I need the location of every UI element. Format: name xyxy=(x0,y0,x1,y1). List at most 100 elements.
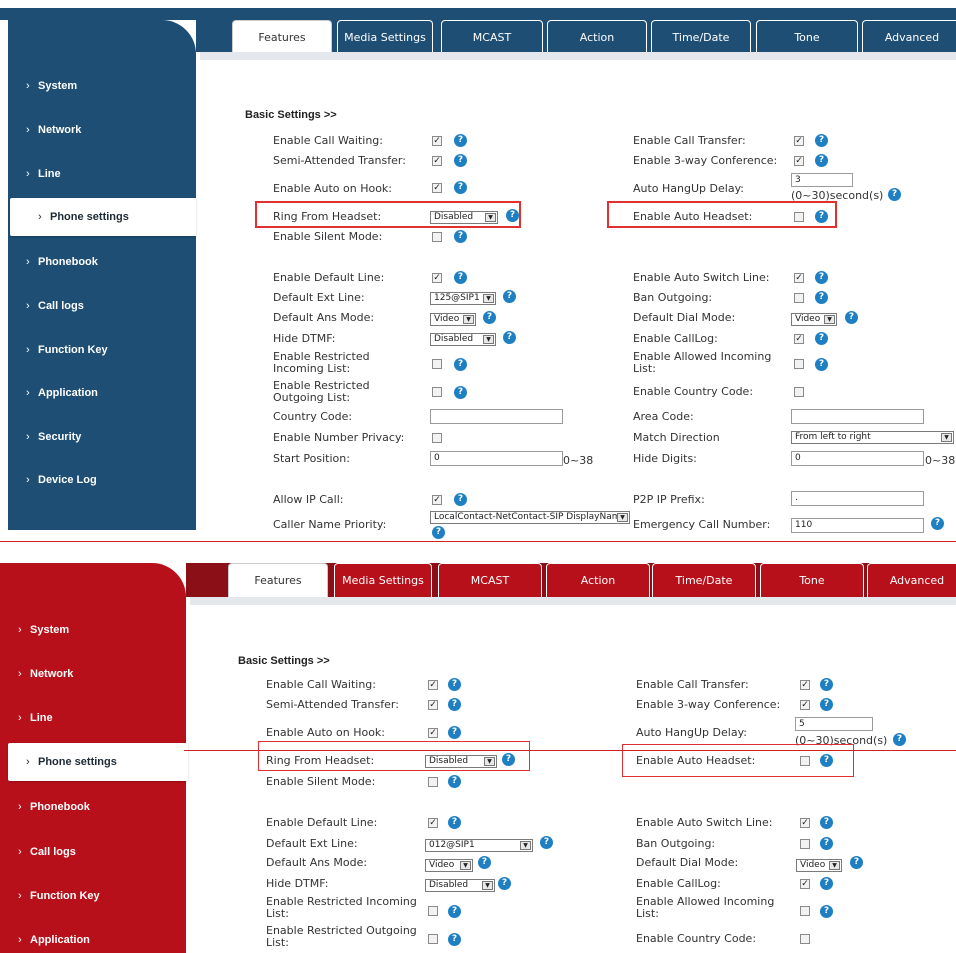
emergency-number-input[interactable]: 110 xyxy=(791,518,924,533)
help-icon[interactable]: ? xyxy=(893,733,906,746)
checkbox-silent-mode[interactable] xyxy=(432,232,442,242)
tab-media-settings[interactable]: Media Settings xyxy=(334,563,432,597)
help-icon[interactable]: ? xyxy=(845,311,858,324)
select-default-ext-line[interactable]: 012@SIP1 ▼ xyxy=(425,839,533,852)
help-icon[interactable]: ? xyxy=(454,230,467,243)
checkbox-default-line[interactable]: ✓ xyxy=(428,818,438,828)
checkbox-call-transfer[interactable]: ✓ xyxy=(794,136,804,146)
help-icon[interactable]: ? xyxy=(448,726,461,739)
help-icon[interactable]: ? xyxy=(820,837,833,850)
help-icon[interactable]: ? xyxy=(454,493,467,506)
tab-features[interactable]: Features xyxy=(228,563,328,597)
checkbox-call-transfer[interactable]: ✓ xyxy=(800,680,810,690)
help-icon[interactable]: ? xyxy=(454,271,467,284)
checkbox-default-line[interactable]: ✓ xyxy=(432,273,442,283)
help-icon[interactable]: ? xyxy=(448,816,461,829)
help-icon[interactable]: ? xyxy=(540,836,553,849)
help-icon[interactable]: ? xyxy=(454,386,467,399)
help-icon[interactable]: ? xyxy=(448,775,461,788)
select-default-ext-line[interactable]: 125@SIP1 ▼ xyxy=(430,292,496,305)
select-hide-dtmf[interactable]: Disabled ▼ xyxy=(425,879,495,892)
sidebar-item-phonebook[interactable]: › Phonebook xyxy=(0,792,956,822)
select-caller-name-priority[interactable]: LocalContact-NetContact-SIP DisplayName ▼ xyxy=(430,511,630,524)
help-icon[interactable]: ? xyxy=(448,698,461,711)
checkbox-call-waiting[interactable]: ✓ xyxy=(428,680,438,690)
checkbox-restricted-incoming[interactable] xyxy=(428,906,438,916)
checkbox-semi-attended[interactable]: ✓ xyxy=(428,700,438,710)
help-icon[interactable]: ? xyxy=(820,698,833,711)
tab-action[interactable]: Action xyxy=(547,20,647,54)
checkbox-three-way[interactable]: ✓ xyxy=(794,156,804,166)
tab-tone[interactable]: Tone xyxy=(760,563,864,597)
select-ring-from-headset[interactable]: Disabled ▼ xyxy=(430,211,498,224)
help-icon[interactable]: ? xyxy=(454,181,467,194)
help-icon[interactable]: ? xyxy=(483,311,496,324)
help-icon[interactable]: ? xyxy=(815,271,828,284)
help-icon[interactable]: ? xyxy=(815,358,828,371)
p2p-prefix-input[interactable]: . xyxy=(791,491,924,506)
tab-mcast[interactable]: MCAST xyxy=(438,563,542,597)
area-code-input[interactable] xyxy=(791,409,924,424)
checkbox-restricted-outgoing[interactable] xyxy=(432,387,442,397)
help-icon[interactable]: ? xyxy=(820,678,833,691)
checkbox-silent-mode[interactable] xyxy=(428,777,438,787)
help-icon[interactable]: ? xyxy=(506,209,519,222)
select-hide-dtmf[interactable]: Disabled ▼ xyxy=(430,333,496,346)
help-icon[interactable]: ? xyxy=(815,134,828,147)
checkbox-allowed-incoming[interactable] xyxy=(794,359,804,369)
help-icon[interactable]: ? xyxy=(498,877,511,890)
sidebar-item-network[interactable]: › Network xyxy=(0,115,956,145)
checkbox-restricted-outgoing[interactable] xyxy=(428,934,438,944)
sidebar-item-phonebook[interactable]: › Phonebook xyxy=(0,247,956,277)
help-icon[interactable]: ? xyxy=(448,678,461,691)
help-icon[interactable]: ? xyxy=(478,856,491,869)
checkbox-call-waiting[interactable]: ✓ xyxy=(432,136,442,146)
sidebar-item-application[interactable]: › Application xyxy=(0,378,956,408)
checkbox-auto-on-hook[interactable]: ✓ xyxy=(428,728,438,738)
checkbox-auto-switch-line[interactable]: ✓ xyxy=(794,273,804,283)
help-icon[interactable]: ? xyxy=(502,753,515,766)
help-icon[interactable]: ? xyxy=(454,358,467,371)
checkbox-auto-switch-line[interactable]: ✓ xyxy=(800,818,810,828)
tab-mcast[interactable]: MCAST xyxy=(441,20,543,54)
help-icon[interactable]: ? xyxy=(850,856,863,869)
help-icon[interactable]: ? xyxy=(454,154,467,167)
country-code-input[interactable] xyxy=(430,409,563,424)
checkbox-allow-ip-call[interactable]: ✓ xyxy=(432,495,442,505)
help-icon[interactable]: ? xyxy=(820,754,833,767)
checkbox-ban-outgoing[interactable] xyxy=(800,839,810,849)
help-icon[interactable]: ? xyxy=(815,154,828,167)
tab-action[interactable]: Action xyxy=(546,563,650,597)
tab-features[interactable]: Features xyxy=(232,20,332,54)
sidebar-item-system[interactable]: › System xyxy=(0,615,956,645)
checkbox-restricted-incoming[interactable] xyxy=(432,359,442,369)
help-icon[interactable]: ? xyxy=(820,816,833,829)
checkbox-three-way[interactable]: ✓ xyxy=(800,700,810,710)
auto-hangup-delay-input[interactable]: 5 xyxy=(795,717,873,731)
auto-hangup-delay-input[interactable]: 3 xyxy=(791,173,853,187)
help-icon[interactable]: ? xyxy=(448,905,461,918)
hide-digits-input[interactable]: 0 xyxy=(791,451,924,466)
tab-media-settings[interactable]: Media Settings xyxy=(337,20,433,54)
help-icon[interactable]: ? xyxy=(820,905,833,918)
checkbox-ban-outgoing[interactable] xyxy=(794,293,804,303)
sidebar-item-phone-settings[interactable]: › Phone settings xyxy=(8,743,188,781)
help-icon[interactable]: ? xyxy=(820,877,833,890)
select-ring-from-headset[interactable]: Disabled ▼ xyxy=(425,755,497,768)
checkbox-auto-headset[interactable] xyxy=(800,756,810,766)
tab-tone[interactable]: Tone xyxy=(756,20,858,54)
sidebar-item-system[interactable]: › System xyxy=(0,71,956,101)
select-match-direction[interactable]: From left to right ▼ xyxy=(791,431,954,444)
help-icon[interactable]: ? xyxy=(503,331,516,344)
checkbox-auto-on-hook[interactable]: ✓ xyxy=(432,183,442,193)
tab-time-date[interactable]: Time/Date xyxy=(651,20,751,54)
select-default-dial-mode[interactable]: Video ▼ xyxy=(796,859,842,872)
help-icon[interactable]: ? xyxy=(815,332,828,345)
select-default-ans-mode[interactable]: Video ▼ xyxy=(430,313,476,326)
checkbox-call-log[interactable]: ✓ xyxy=(800,879,810,889)
help-icon[interactable]: ? xyxy=(503,290,516,303)
help-icon[interactable]: ? xyxy=(931,517,944,530)
checkbox-auto-headset[interactable] xyxy=(794,212,804,222)
tab-advanced[interactable]: Advanced xyxy=(867,563,956,597)
select-default-dial-mode[interactable]: Video ▼ xyxy=(791,313,837,326)
